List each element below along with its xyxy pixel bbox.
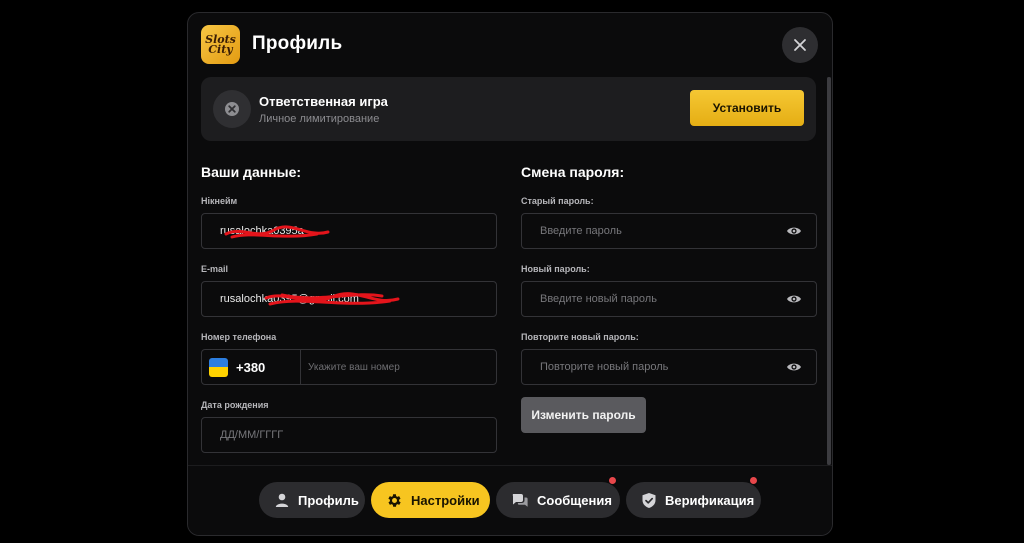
new-password-input[interactable]: Введите новый пароль [521, 281, 817, 317]
nav-verification-button[interactable]: Верификация [626, 476, 761, 518]
change-password-title: Смена пароля: [521, 164, 625, 180]
logo-line-2: City [208, 42, 233, 56]
gear-icon [388, 493, 401, 507]
eye-icon[interactable] [786, 360, 802, 374]
old-password-input[interactable]: Введите пароль [521, 213, 817, 249]
phone-number-input[interactable]: Укажите ваш номер [308, 350, 400, 384]
modal-header: Slots City Профиль [188, 13, 832, 77]
profile-modal: Slots City Профиль Ответственная игра Ли… [187, 12, 833, 536]
change-password-button[interactable]: Изменить пароль [521, 397, 646, 433]
repeat-password-placeholder: Повторите новый пароль [540, 361, 669, 373]
responsible-game-card: Ответственная игра Личное лимитирование … [201, 77, 816, 141]
repeat-password-label: Повторите новый пароль: [521, 332, 639, 342]
nickname-input[interactable]: rusalochka0395a [201, 213, 497, 249]
close-icon [794, 39, 806, 51]
nav-settings-button[interactable]: Настройки [371, 482, 490, 518]
eye-icon[interactable] [786, 224, 802, 238]
nav-verification-label: Верификация [665, 492, 755, 508]
your-data-title: Ваши данные: [201, 164, 302, 180]
nickname-value: rusalochka0395a [220, 225, 304, 237]
email-label: E-mail [201, 264, 229, 274]
phone-country-code: +380 [236, 359, 266, 375]
nav-settings-label: Настройки [411, 492, 480, 508]
chat-icon [512, 494, 528, 507]
eye-icon[interactable] [786, 292, 802, 306]
old-password-label: Старый пароль: [521, 196, 594, 206]
country-code-select[interactable]: +380 [202, 350, 301, 384]
phone-label: Номер телефона [201, 332, 277, 342]
birth-date-input[interactable]: ДД/ММ/ГГГГ [201, 417, 497, 453]
ukraine-flag-icon [209, 357, 228, 377]
limit-clock-icon [213, 90, 251, 128]
footer-nav: Профиль Настройки Сообщения Верификация [188, 465, 832, 535]
new-password-placeholder: Введите новый пароль [540, 293, 657, 305]
user-icon [275, 493, 289, 507]
close-button[interactable] [782, 27, 818, 63]
scrollbar-thumb[interactable] [827, 77, 831, 465]
email-input[interactable]: rusalochka0395@gmail.com [201, 281, 497, 317]
shield-check-icon [642, 492, 656, 508]
new-password-label: Новый пароль: [521, 264, 590, 274]
birth-date-placeholder: ДД/ММ/ГГГГ [220, 429, 284, 441]
nav-profile-button[interactable]: Профиль [259, 482, 365, 518]
page-title: Профиль [252, 33, 343, 54]
phone-field: +380 Укажите ваш номер [201, 349, 497, 385]
responsible-game-title: Ответственная игра [259, 94, 388, 109]
nav-profile-label: Профиль [298, 492, 359, 508]
responsible-game-subtitle: Личное лимитирование [259, 113, 380, 125]
slots-city-logo: Slots City [201, 25, 240, 64]
nav-messages-label: Сообщения [537, 492, 612, 508]
email-value: rusalochka0395@gmail.com [220, 293, 359, 305]
repeat-password-input[interactable]: Повторите новый пароль [521, 349, 817, 385]
set-limit-button[interactable]: Установить [690, 90, 804, 126]
birth-date-label: Дата рождения [201, 400, 269, 410]
messages-notification-dot [608, 476, 617, 485]
nickname-label: Нікнейм [201, 196, 238, 206]
verification-notification-dot [749, 476, 758, 485]
nav-messages-button[interactable]: Сообщения [496, 476, 620, 518]
phone-placeholder: Укажите ваш номер [308, 361, 400, 373]
old-password-placeholder: Введите пароль [540, 225, 622, 237]
